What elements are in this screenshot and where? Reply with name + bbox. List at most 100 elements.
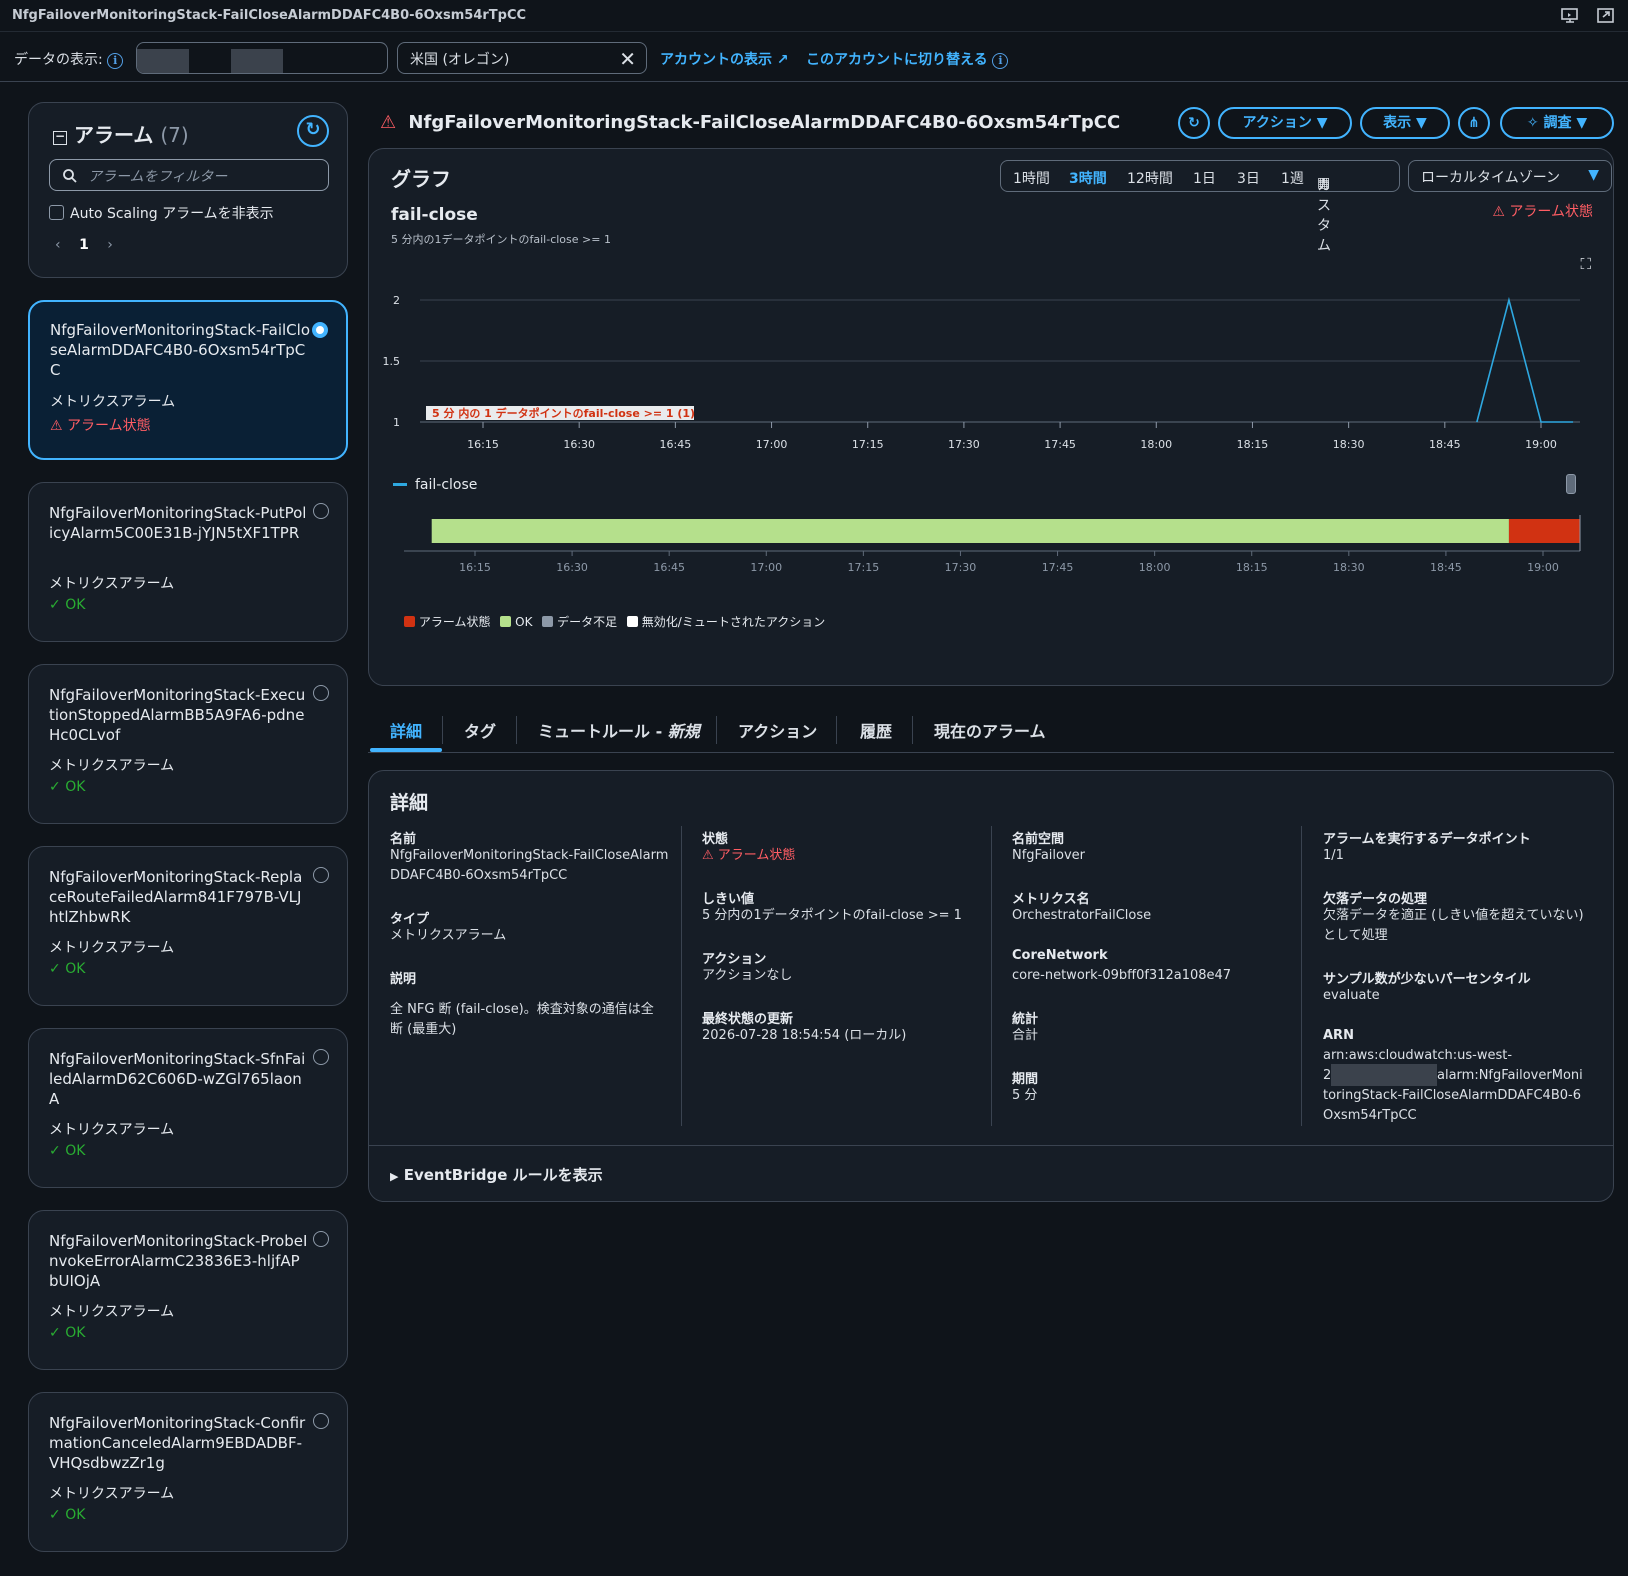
view-button[interactable]: 表示 ▼ [1360, 107, 1450, 139]
namespace-value: NfgFailover [1012, 848, 1086, 863]
alarm-card[interactable]: NfgFailoverMonitoringStack-ReplaceRouteF… [28, 846, 348, 1006]
range-1d[interactable]: 1日 [1193, 168, 1216, 188]
refresh-button[interactable]: ↻ [1178, 107, 1210, 139]
range-1h[interactable]: 1時間 [1013, 168, 1050, 188]
alarm-card[interactable]: NfgFailoverMonitoringStack-FailCloseAlar… [28, 300, 348, 460]
alarm-radio[interactable] [312, 322, 328, 338]
account-input[interactable] [136, 42, 388, 74]
alarm-card-type: メトリクスアラーム [49, 758, 175, 774]
alarm-list-header[interactable]: − アラーム (7) [53, 119, 189, 148]
tab-separator [442, 716, 443, 744]
view-account-link[interactable]: アカウントの表示 ↗ [660, 49, 789, 69]
hide-autoscaling-checkbox[interactable]: Auto Scaling アラームを非表示 [49, 203, 274, 223]
chevron-right-icon[interactable]: › [107, 237, 113, 253]
check-circle-icon: ✓ [49, 1143, 61, 1159]
metric-subtitle: 5 分内の1データポイントのfail-close >= 1 [391, 233, 611, 246]
popout-icon[interactable] [1596, 6, 1616, 26]
alarm-radio[interactable] [313, 1413, 329, 1429]
type-key: タイプ [390, 912, 430, 927]
collapse-icon[interactable]: − [53, 130, 67, 145]
window-titlebar: NfgFailoverMonitoringStack-FailCloseAlar… [0, 0, 1628, 32]
tab-actions[interactable]: アクション [738, 718, 817, 742]
alarm-card[interactable]: NfgFailoverMonitoringStack-ExecutionStop… [28, 664, 348, 824]
metric-title: fail-close [391, 205, 478, 225]
threshold-key: しきい値 [702, 892, 755, 907]
timezone-select[interactable]: ローカルタイムゾーン ▼ [1408, 160, 1612, 192]
alarm-radio[interactable] [313, 1049, 329, 1065]
alarm-count: (7) [160, 123, 189, 147]
range-3d[interactable]: 3日 [1237, 168, 1260, 188]
x-tick-label: 17:30 [948, 438, 980, 451]
switch-account-link[interactable]: このアカウントに切り替える i [806, 49, 1009, 69]
redacted-block [231, 49, 283, 73]
x-tick-label: 18:30 [1333, 438, 1365, 451]
datapoints-value: 1/1 [1323, 848, 1344, 863]
alarm-list-title: アラーム [73, 123, 154, 147]
alarm-card[interactable]: NfgFailoverMonitoringStack-SfnFailedAlar… [28, 1028, 348, 1188]
alarm-filter-input[interactable]: アラームをフィルター [49, 159, 329, 191]
region-value: 米国 (オレゴン) [410, 52, 510, 68]
timeline-tick-label: 16:30 [556, 561, 588, 574]
chevron-left-icon[interactable]: ‹ [55, 237, 61, 253]
check-circle-icon: ✓ [49, 597, 61, 613]
share-icon[interactable]: ⋔ [1458, 107, 1490, 139]
range-3h[interactable]: 3時間 [1069, 168, 1107, 188]
page-number[interactable]: 1 [79, 237, 89, 253]
arn-value-resource: alarm:NfgFailoverMonitoringStack-FailClo… [1323, 1068, 1583, 1123]
statistic-key: 統計 [1012, 1012, 1039, 1027]
missing-data-value: 欠落データを適正 (しきい値を超えていない)として処理 [1323, 908, 1584, 943]
tab-current-alarms[interactable]: 現在のアラーム [934, 718, 1046, 742]
alarm-card-name: NfgFailoverMonitoringStack-ReplaceRouteF… [49, 868, 303, 926]
last-update-value: 2026-07-28 18:54:54 (ローカル) [702, 1028, 907, 1043]
column-divider [681, 826, 682, 1126]
region-select[interactable]: 米国 (オレゴン) ✕ [397, 42, 647, 74]
tab-history[interactable]: 履歴 [860, 718, 892, 742]
x-tick-label: 16:15 [467, 438, 499, 451]
series-legend[interactable]: fail-close [393, 477, 477, 493]
alarm-card[interactable]: NfgFailoverMonitoringStack-ConfirmationC… [28, 1392, 348, 1552]
fullscreen-icon[interactable]: ⛶ [1580, 255, 1591, 273]
eventbridge-expander[interactable]: ▶ EventBridge ルールを表示 [390, 1164, 603, 1185]
column-divider [1301, 826, 1302, 1126]
investigate-button[interactable]: ✧ 調査 ▼ [1500, 107, 1614, 139]
state-key: 状態 [702, 832, 729, 847]
clear-icon[interactable]: ✕ [619, 47, 636, 71]
graph-title: グラフ [391, 167, 451, 191]
range-1w[interactable]: 1週 [1281, 168, 1304, 188]
legend-insufficient: データ不足 [542, 615, 617, 629]
hide-autoscaling-label: Auto Scaling アラームを非表示 [70, 206, 274, 222]
tab-tags[interactable]: タグ [464, 718, 496, 742]
screen-share-icon[interactable] [1560, 6, 1580, 26]
active-tab-indicator [370, 748, 442, 752]
tab-mute-rules[interactable]: ミュートルール - 新規 [538, 718, 700, 742]
calendar-icon: ▦ [1317, 175, 1331, 191]
alarm-card-type: メトリクスアラーム [49, 940, 175, 956]
alarm-radio[interactable] [313, 503, 329, 519]
percentile-value: evaluate [1323, 988, 1380, 1003]
info-icon[interactable]: i [992, 53, 1009, 69]
alarm-card-state: ⚠ アラーム状態 [50, 418, 151, 434]
action-value: アクションなし [702, 968, 793, 983]
alarm-card[interactable]: NfgFailoverMonitoringStack-ProbeInvokeEr… [28, 1210, 348, 1370]
alarm-card-name: NfgFailoverMonitoringStack-ConfirmationC… [49, 1414, 306, 1472]
timeline-tick-label: 18:15 [1236, 561, 1268, 574]
check-circle-icon: ✓ [49, 1325, 61, 1341]
arn-key: ARN [1323, 1028, 1354, 1043]
alarm-radio[interactable] [313, 1231, 329, 1247]
warning-icon: ⚠ [1492, 204, 1505, 220]
tab-separator [912, 716, 913, 744]
alarm-card-state: ✓ OK [49, 779, 86, 795]
alarm-radio[interactable] [313, 867, 329, 883]
alarm-card[interactable]: NfgFailoverMonitoringStack-PutPolicyAlar… [28, 482, 348, 642]
tab-details[interactable]: 詳細 [390, 718, 422, 742]
info-icon[interactable]: i [107, 53, 124, 69]
alarm-radio[interactable] [313, 685, 329, 701]
core-network-value: core-network-09bff0f312a108e47 [1012, 968, 1232, 983]
actions-button[interactable]: アクション ▼ [1218, 107, 1352, 139]
period-value: 5 分 [1012, 1088, 1038, 1103]
search-icon [63, 169, 77, 183]
checkbox[interactable] [49, 205, 64, 220]
scroll-handle[interactable] [1566, 474, 1576, 494]
refresh-icon[interactable]: ↻ [297, 115, 329, 147]
range-12h[interactable]: 12時間 [1127, 168, 1173, 188]
